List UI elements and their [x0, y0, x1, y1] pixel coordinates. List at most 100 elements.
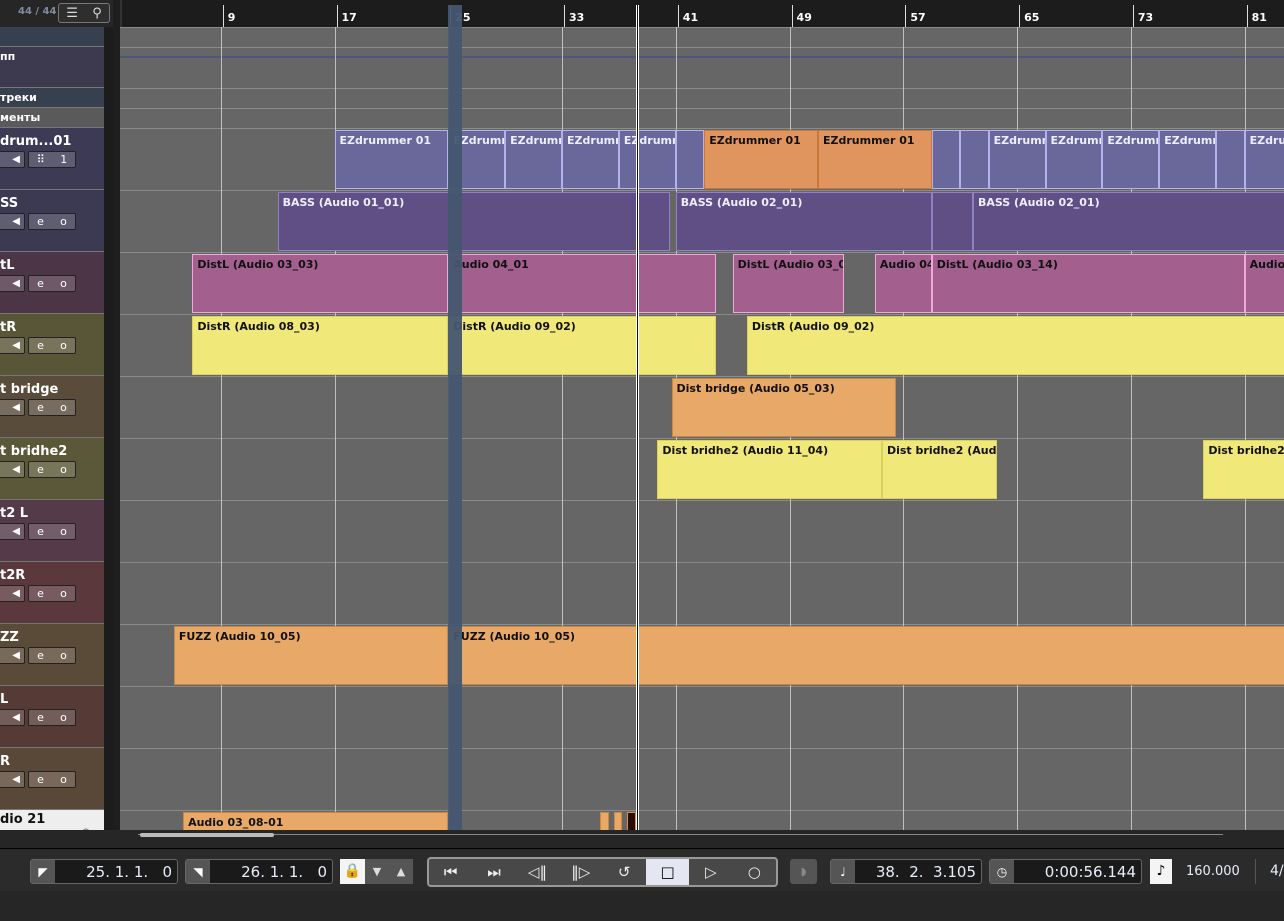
- midi-part[interactable]: EZdrumm: [1159, 130, 1217, 189]
- midi-part[interactable]: EZdrumm: [505, 130, 563, 189]
- record-button[interactable]: ○: [733, 859, 776, 885]
- audio-event[interactable]: [613, 812, 622, 830]
- audio-event[interactable]: BASS (Audio 02_01): [675, 192, 932, 251]
- channel-indicator[interactable]: o: [60, 276, 67, 291]
- right-locator[interactable]: ◥ 26. 1. 1. 0: [185, 859, 333, 884]
- audio-event[interactable]: [600, 812, 609, 830]
- track-header[interactable]: t2 L ◀ e o: [0, 500, 104, 562]
- channel-indicator[interactable]: o: [60, 710, 67, 725]
- tempo-field[interactable]: 160.000 ⇕: [1172, 859, 1252, 903]
- monitor-speaker-icon[interactable]: ◀: [0, 337, 25, 354]
- channel-indicator[interactable]: o: [60, 462, 67, 477]
- edit-instrument-icon[interactable]: e: [37, 586, 44, 601]
- stop-button[interactable]: □: [645, 859, 690, 885]
- track-header[interactable]: tR ◀ e o: [0, 314, 104, 376]
- rewind-button[interactable]: ◁‖: [516, 859, 559, 885]
- midi-part[interactable]: EZdrummer 01: [704, 130, 818, 189]
- metronome-button[interactable]: ◗: [790, 859, 817, 884]
- track-header[interactable]: ZZ ◀ e o: [0, 624, 104, 686]
- midi-part[interactable]: EZdrumm: [618, 130, 676, 189]
- track-list-header[interactable]: треки: [0, 88, 104, 108]
- midi-part[interactable]: [960, 130, 989, 189]
- monitor-speaker-icon[interactable]: ◀: [0, 151, 25, 168]
- edit-instrument-icon[interactable]: e: [37, 648, 44, 663]
- track-list-header[interactable]: пп: [0, 47, 104, 88]
- audio-event[interactable]: Audio 04_: [874, 254, 932, 313]
- midi-part[interactable]: [931, 130, 961, 189]
- monitor-speaker-icon[interactable]: ◀: [0, 647, 25, 664]
- midi-part[interactable]: EZdrumm: [988, 130, 1046, 189]
- edit-instrument-icon[interactable]: ⠿: [37, 152, 45, 167]
- audio-event[interactable]: FUZZ (Audio 10_05): [173, 626, 449, 685]
- audio-event[interactable]: [627, 812, 636, 830]
- time-display[interactable]: ◷ 0:00:56.144: [989, 859, 1142, 884]
- edit-instrument-icon[interactable]: e: [37, 338, 44, 353]
- edit-instrument-icon[interactable]: e: [37, 772, 44, 787]
- horizontal-scrollbar[interactable]: [140, 833, 274, 837]
- audio-event[interactable]: DistL (Audio 03_03): [192, 254, 449, 313]
- midi-part[interactable]: EZdrumm: [562, 130, 619, 189]
- audio-event[interactable]: DistL (Audio 03_09): [732, 254, 844, 313]
- audio-event[interactable]: Dist bridge (Audio 05_03): [671, 378, 897, 437]
- audio-event[interactable]: Audio 03_08-01: [183, 812, 449, 830]
- search-icon[interactable]: ⚲: [92, 6, 102, 21]
- track-header[interactable]: t bridge ◀ e o: [0, 376, 104, 438]
- audio-event[interactable]: BASS (Audio 02_01): [972, 192, 1284, 251]
- edit-instrument-icon[interactable]: e: [37, 462, 44, 477]
- audio-event[interactable]: Dist bridhe2 (Audio 1: [881, 440, 998, 499]
- punch-in-icon[interactable]: ▼: [373, 865, 381, 878]
- arrange-window[interactable]: EZdrummer 01 EZdrumm EZdrumm EZdrumm EZdrumm…: [120, 0, 1284, 830]
- playhead[interactable]: [635, 5, 639, 830]
- audio-event[interactable]: BASS (Audio 01_01): [277, 192, 671, 251]
- scroll-track[interactable]: [138, 834, 1223, 835]
- track-header[interactable]: t bridhe2 ◀ e o: [0, 438, 104, 500]
- channel-indicator[interactable]: o: [60, 772, 67, 787]
- left-locator[interactable]: ◤ 25. 1. 1. 0: [30, 859, 178, 884]
- audio-event[interactable]: DistL (Audio 03_14): [931, 254, 1245, 313]
- monitor-speaker-icon[interactable]: ◀: [0, 709, 25, 726]
- midi-part[interactable]: EZdrummer 01: [334, 130, 449, 189]
- channel-indicator[interactable]: o: [60, 586, 67, 601]
- go-to-end-button[interactable]: ⏭: [472, 859, 515, 885]
- go-to-start-button[interactable]: ⏮: [429, 859, 472, 885]
- punch-out-icon[interactable]: ▲: [397, 865, 405, 878]
- monitor-speaker-icon[interactable]: ◀: [0, 523, 25, 540]
- monitor-speaker-icon[interactable]: ◀: [0, 771, 25, 788]
- monitor-speaker-icon[interactable]: ◀: [0, 213, 25, 230]
- midi-part[interactable]: EZdrummer 01: [818, 130, 932, 189]
- channel-indicator[interactable]: 1: [60, 152, 67, 167]
- edit-instrument-icon[interactable]: e: [37, 400, 44, 415]
- monitor-speaker-icon[interactable]: ◀: [0, 399, 25, 416]
- list-icon[interactable]: ☰: [66, 6, 78, 21]
- channel-indicator[interactable]: o: [60, 214, 67, 229]
- audio-event[interactable]: FUZZ (Audio 10_05): [448, 626, 1284, 685]
- lock-icon[interactable]: 🔒: [340, 859, 365, 884]
- audio-event[interactable]: Audio 0: [1244, 254, 1284, 313]
- audio-event[interactable]: Audio 04_01: [448, 254, 716, 313]
- audio-event[interactable]: DistR (Audio 08_03): [192, 316, 449, 375]
- track-list-header[interactable]: менты: [0, 108, 104, 128]
- audio-event[interactable]: DistR (Audio 09_02): [448, 316, 716, 375]
- midi-part[interactable]: EZdrum: [1244, 130, 1284, 189]
- edit-instrument-icon[interactable]: e: [37, 276, 44, 291]
- track-header[interactable]: tL ◀ e o: [0, 252, 104, 314]
- ruler[interactable]: 9 17 25 33 41 49 57 65 73 81: [120, 0, 1284, 27]
- channel-indicator[interactable]: o: [60, 524, 67, 539]
- play-button[interactable]: ▷: [689, 859, 732, 885]
- track-header[interactable]: drum...01 ◀ ⠿ 1: [0, 128, 104, 190]
- monitor-speaker-icon[interactable]: ◀: [0, 461, 25, 478]
- edit-instrument-icon[interactable]: e: [37, 710, 44, 725]
- channel-indicator[interactable]: o: [60, 648, 67, 663]
- forward-button[interactable]: ‖▷: [559, 859, 602, 885]
- audio-event[interactable]: DistR (Audio 09_02): [746, 316, 1284, 375]
- track-header[interactable]: R ◀ e o: [0, 748, 104, 810]
- edit-instrument-icon[interactable]: e: [37, 524, 44, 539]
- track-header[interactable]: t2R ◀ e o: [0, 562, 104, 624]
- track-header[interactable]: SS ◀ e o: [0, 190, 104, 252]
- monitor-speaker-icon[interactable]: ◀: [0, 585, 25, 602]
- channel-indicator[interactable]: o: [60, 338, 67, 353]
- audio-event[interactable]: Dist bridhe2 (Audio 11_04): [657, 440, 882, 499]
- tempo-track-icon[interactable]: ♪: [1150, 859, 1172, 884]
- channel-indicator[interactable]: o: [60, 400, 67, 415]
- midi-part[interactable]: [675, 130, 705, 189]
